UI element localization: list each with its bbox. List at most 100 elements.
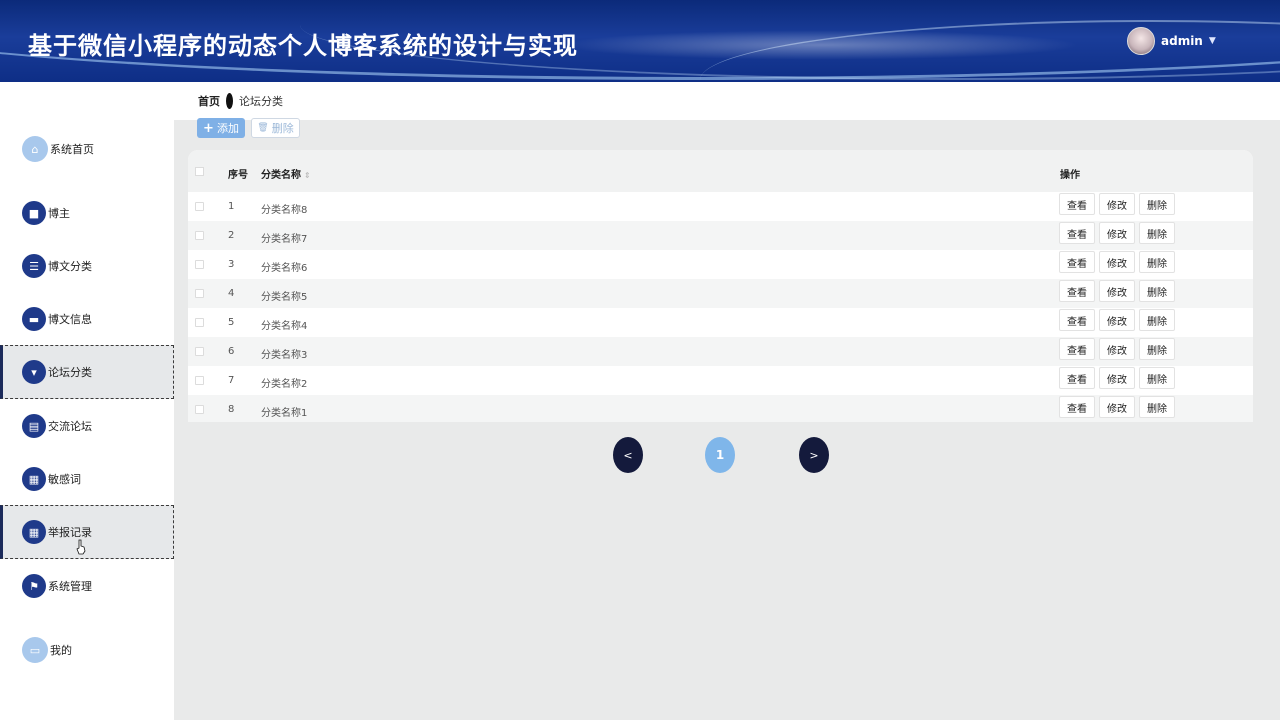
row-category-name: 分类名称1 (261, 408, 308, 419)
row-category-name: 分类名称5 (261, 292, 308, 303)
sidebar-item-mine[interactable]: ▭ 我的 (0, 623, 174, 677)
view-button[interactable]: 查看 (1059, 251, 1095, 273)
row-checkbox[interactable] (195, 318, 204, 327)
row-category-name: 分类名称8 (261, 205, 308, 216)
list-icon: ☰ (22, 254, 46, 278)
sidebar-item-post-category[interactable]: ☰ 博文分类 (0, 239, 174, 293)
row-category-name: 分类名称7 (261, 234, 308, 245)
view-button[interactable]: 查看 (1059, 396, 1095, 418)
sidebar-item-label: 系统管理 (48, 580, 92, 593)
row-checkbox[interactable] (195, 376, 204, 385)
add-button[interactable]: + 添加 (197, 118, 245, 138)
table-row: 6 分类名称3 查看 修改 删除 (188, 337, 1253, 366)
row-category-name: 分类名称3 (261, 350, 308, 361)
clipboard-icon: ▤ (22, 414, 46, 438)
sidebar-item-label: 举报记录 (48, 526, 92, 539)
delete-row-button[interactable]: 删除 (1139, 338, 1175, 360)
sidebar-item-blogger[interactable]: ■ 博主 (0, 186, 174, 240)
sidebar-item-label: 博文信息 (48, 313, 92, 326)
row-index: 8 (228, 404, 235, 415)
column-header-index: 序号 (228, 170, 248, 181)
row-category-name: 分类名称6 (261, 263, 308, 274)
row-index: 4 (228, 288, 235, 299)
view-button[interactable]: 查看 (1059, 367, 1095, 389)
row-actions: 查看 修改 删除 (1059, 367, 1175, 389)
view-button[interactable]: 查看 (1059, 309, 1095, 331)
view-button[interactable]: 查看 (1059, 280, 1095, 302)
delete-row-button[interactable]: 删除 (1139, 309, 1175, 331)
sidebar-item-post-info[interactable]: ▬ 博文信息 (0, 292, 174, 346)
breadcrumb: 首页 论坛分类 (174, 82, 1280, 120)
column-header-name[interactable]: 分类名称 ⇕ (261, 166, 311, 181)
next-page-button[interactable]: > (799, 437, 829, 473)
trash-icon: 🗑 (257, 123, 269, 133)
row-actions: 查看 修改 删除 (1059, 222, 1175, 244)
view-button[interactable]: 查看 (1059, 193, 1095, 215)
edit-button[interactable]: 修改 (1099, 193, 1135, 215)
edit-button[interactable]: 修改 (1099, 396, 1135, 418)
table-row: 7 分类名称2 查看 修改 删除 (188, 366, 1253, 395)
add-button-label: 添加 (216, 122, 239, 135)
row-checkbox[interactable] (195, 347, 204, 356)
sidebar-item-sensitive-words[interactable]: ▦ 敏感词 (0, 452, 174, 506)
edit-button[interactable]: 修改 (1099, 309, 1135, 331)
breadcrumb-home[interactable]: 首页 (198, 93, 220, 109)
sort-icon[interactable]: ⇕ (304, 171, 311, 180)
card-icon: ▭ (22, 637, 48, 663)
edit-button[interactable]: 修改 (1099, 280, 1135, 302)
sidebar: ⌂ 系统首页 ■ 博主 ☰ 博文分类 ▬ 博文信息 ▾ 论坛分类 ▤ 交流论坛 … (0, 82, 174, 720)
ticket-icon: ▬ (22, 307, 46, 331)
home-icon: ⌂ (22, 136, 48, 162)
edit-button[interactable]: 修改 (1099, 251, 1135, 273)
sidebar-item-label: 敏感词 (48, 473, 81, 486)
view-button[interactable]: 查看 (1059, 222, 1095, 244)
select-all-checkbox[interactable] (195, 167, 204, 176)
grid-icon: ▦ (22, 520, 46, 544)
table-row: 2 分类名称7 查看 修改 删除 (188, 221, 1253, 250)
sidebar-item-label: 我的 (50, 644, 72, 657)
row-actions: 查看 修改 删除 (1059, 193, 1175, 215)
delete-row-button[interactable]: 删除 (1139, 367, 1175, 389)
row-index: 1 (228, 201, 235, 212)
delete-button-label: 删除 (271, 122, 294, 135)
row-checkbox[interactable] (195, 231, 204, 240)
app-title: 基于微信小程序的动态个人博客系统的设计与实现 (28, 32, 578, 60)
user-menu[interactable]: admin ▼ (1127, 27, 1216, 55)
delete-button[interactable]: 🗑 删除 (251, 118, 300, 138)
sidebar-item-label: 博主 (48, 207, 70, 220)
chevron-down-icon[interactable]: ▼ (1209, 36, 1216, 46)
header-glow-decoration (560, 30, 1080, 60)
prev-page-button[interactable]: < (613, 437, 643, 473)
delete-row-button[interactable]: 删除 (1139, 193, 1175, 215)
sidebar-item-home[interactable]: ⌂ 系统首页 (0, 122, 174, 176)
hand-cursor-icon (76, 539, 86, 555)
sidebar-item-label: 论坛分类 (48, 366, 92, 379)
page-number-button[interactable]: 1 (705, 437, 735, 473)
row-checkbox[interactable] (195, 289, 204, 298)
table-row: 4 分类名称5 查看 修改 删除 (188, 279, 1253, 308)
table-header: 序号 分类名称 ⇕ 操作 (188, 150, 1253, 192)
breadcrumb-current: 论坛分类 (239, 95, 283, 108)
edit-button[interactable]: 修改 (1099, 367, 1135, 389)
sidebar-item-forum-category[interactable]: ▾ 论坛分类 (0, 345, 174, 399)
row-index: 2 (228, 230, 235, 241)
row-checkbox[interactable] (195, 405, 204, 414)
header-bar: 基于微信小程序的动态个人博客系统的设计与实现 admin ▼ (0, 0, 1280, 82)
delete-row-button[interactable]: 删除 (1139, 222, 1175, 244)
view-button[interactable]: 查看 (1059, 338, 1095, 360)
edit-button[interactable]: 修改 (1099, 222, 1135, 244)
sidebar-item-label: 系统首页 (50, 143, 94, 156)
avatar[interactable] (1127, 27, 1155, 55)
delete-row-button[interactable]: 删除 (1139, 280, 1175, 302)
delete-row-button[interactable]: 删除 (1139, 251, 1175, 273)
row-checkbox[interactable] (195, 202, 204, 211)
row-actions: 查看 修改 删除 (1059, 309, 1175, 331)
sidebar-item-forum[interactable]: ▤ 交流论坛 (0, 399, 174, 453)
sidebar-item-report-records[interactable]: ▦ 举报记录 (0, 505, 174, 559)
sidebar-item-system-management[interactable]: ⚑ 系统管理 (0, 559, 174, 613)
row-checkbox[interactable] (195, 260, 204, 269)
delete-row-button[interactable]: 删除 (1139, 396, 1175, 418)
username[interactable]: admin (1161, 34, 1203, 48)
edit-button[interactable]: 修改 (1099, 338, 1135, 360)
row-category-name: 分类名称4 (261, 321, 308, 332)
